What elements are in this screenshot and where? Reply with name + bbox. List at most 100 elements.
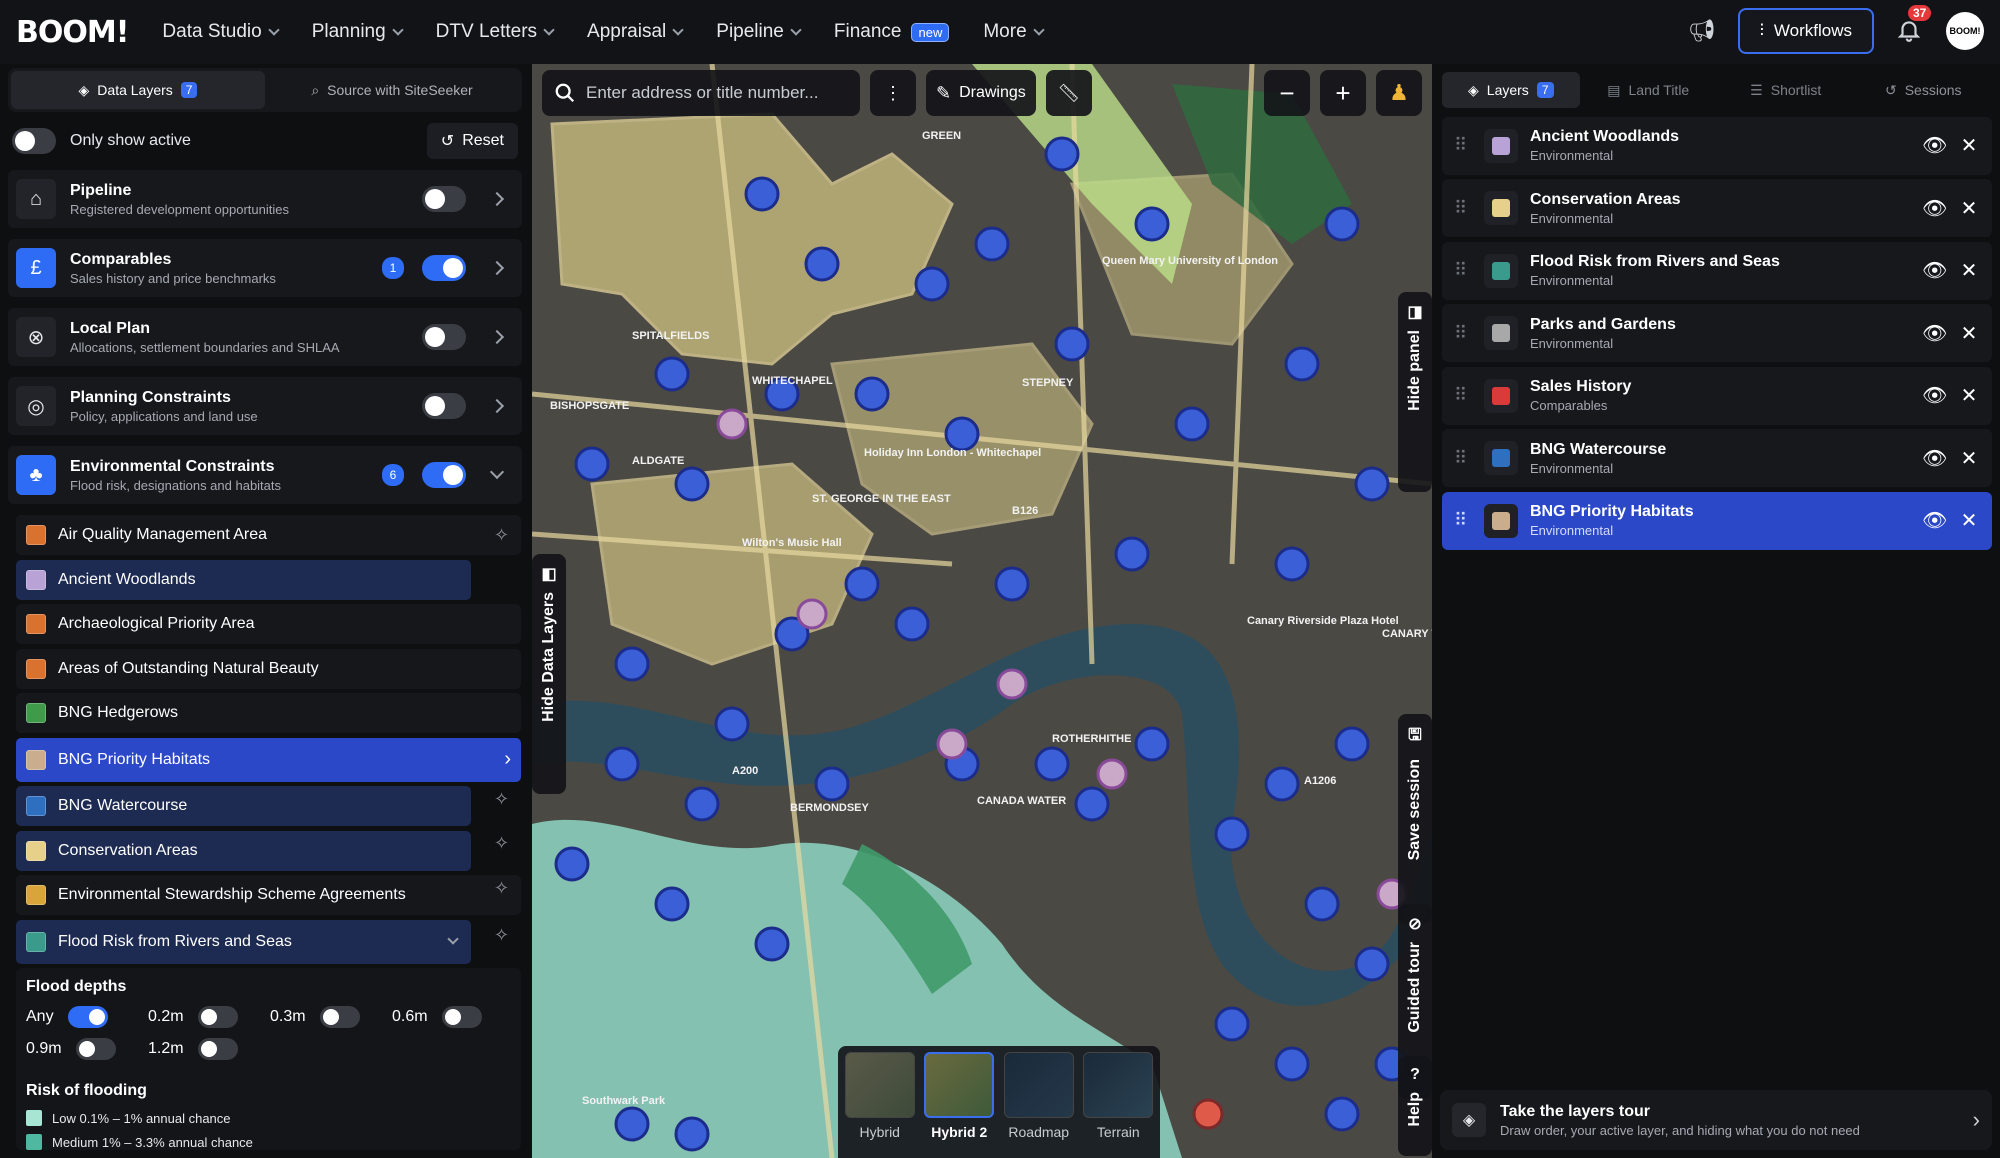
more-options-button[interactable]: ⋮	[870, 70, 916, 116]
close-icon[interactable]: ✕	[1958, 446, 1980, 471]
tab-land-title[interactable]: ▤ Land Title	[1580, 72, 1718, 108]
chevron-right-icon[interactable]	[489, 191, 505, 207]
street-view-button[interactable]: ♟	[1376, 70, 1422, 116]
magic-wand-icon[interactable]: ✧	[494, 925, 509, 946]
layer-item[interactable]: Environmental Stewardship Scheme Agreeme…	[16, 875, 521, 915]
basemap-hybrid-2[interactable]: Hybrid 2	[924, 1052, 996, 1152]
close-icon[interactable]: ✕	[1958, 258, 1980, 283]
nav-data-studio[interactable]: Data Studio	[162, 21, 280, 43]
layer-item[interactable]: BNG Hedgerows	[16, 693, 521, 733]
active-layer-row[interactable]: ⠿ Conservation Areas Environmental 👁︎ ✕	[1442, 179, 1992, 237]
close-icon[interactable]: ✕	[1958, 508, 1980, 533]
eye-icon[interactable]: 👁︎	[1922, 321, 1947, 346]
pipeline-toggle[interactable]	[422, 186, 466, 212]
category-environmental-constraints[interactable]: ♣ Environmental Constraints Flood risk, d…	[8, 446, 522, 504]
brand-logo[interactable]: BOOM!	[16, 15, 129, 50]
nav-dtv-letters[interactable]: DTV Letters	[436, 21, 555, 43]
layer-item[interactable]: Areas of Outstanding Natural Beauty	[16, 648, 521, 689]
close-icon[interactable]: ✕	[1958, 196, 1980, 221]
depth-0-3m-toggle[interactable]	[319, 1006, 360, 1028]
chevron-down-icon[interactable]	[489, 464, 505, 480]
layer-item[interactable]: Conservation Areas	[16, 830, 471, 871]
tab-siteseeker[interactable]: ⌕ Source with SiteSeeker	[265, 71, 519, 109]
layer-item-active[interactable]: BNG Priority Habitats ›	[16, 737, 521, 782]
planning-constraints-toggle[interactable]	[422, 393, 466, 419]
magic-wand-icon[interactable]: ✧	[494, 525, 509, 546]
category-local-plan[interactable]: ⊗ Local Plan Allocations, settlement boun…	[8, 308, 522, 366]
address-search[interactable]: Enter address or title number...	[542, 70, 860, 116]
basemap-hybrid[interactable]: Hybrid	[844, 1052, 916, 1152]
eye-icon[interactable]: 👁︎	[1922, 133, 1947, 158]
layer-item[interactable]: Ancient Woodlands	[16, 559, 471, 600]
tab-layers[interactable]: ◈ Layers 7	[1442, 72, 1580, 108]
local-plan-toggle[interactable]	[422, 324, 466, 350]
reset-button[interactable]: ↺ Reset	[426, 123, 518, 159]
active-layer-row[interactable]: ⠿ BNG Watercourse Environmental 👁︎ ✕	[1442, 429, 1992, 487]
workflows-button[interactable]: ⫶ Workflows	[1737, 8, 1874, 54]
close-icon[interactable]: ✕	[1958, 383, 1980, 408]
drag-handle-icon[interactable]: ⠿	[1454, 323, 1476, 344]
megaphone-icon[interactable]: 📢︎	[1688, 18, 1716, 44]
depth-1-2m-toggle[interactable]	[197, 1038, 238, 1060]
magic-wand-icon[interactable]: ✧	[494, 833, 509, 854]
zoom-out-button[interactable]: −	[1264, 70, 1310, 116]
category-pipeline[interactable]: ⌂ Pipeline Registered development opportu…	[8, 170, 522, 228]
zoom-in-button[interactable]: +	[1320, 70, 1366, 116]
drag-handle-icon[interactable]: ⠿	[1454, 510, 1476, 531]
chevron-right-icon[interactable]	[489, 260, 505, 276]
nav-more[interactable]: More	[983, 21, 1045, 43]
active-layer-row-selected[interactable]: ⠿ BNG Priority Habitats Environmental 👁︎ ✕	[1442, 491, 1992, 550]
tab-shortlist[interactable]: ☰ Shortlist	[1717, 72, 1855, 108]
comparables-toggle[interactable]	[422, 255, 466, 281]
active-layer-row[interactable]: ⠿ Flood Risk from Rivers and Seas Environm…	[1442, 241, 1992, 300]
nav-appraisal[interactable]: Appraisal	[587, 21, 684, 43]
depth-0-6m-toggle[interactable]	[441, 1006, 482, 1028]
eye-icon[interactable]: 👁︎	[1922, 446, 1947, 471]
only-active-toggle[interactable]	[12, 128, 56, 154]
eye-icon[interactable]: 👁︎	[1922, 258, 1947, 283]
close-icon[interactable]: ✕	[1958, 133, 1980, 158]
drag-handle-icon[interactable]: ⠿	[1454, 448, 1476, 469]
drawings-button[interactable]: ✎ Drawings	[926, 70, 1036, 116]
layer-item[interactable]: BNG Watercourse	[16, 786, 471, 826]
search-input[interactable]: Enter address or title number...	[586, 83, 818, 103]
layers-tour-card[interactable]: ◈ Take the layers tour Draw order, your …	[1440, 1090, 1992, 1150]
category-comparables[interactable]: £ Comparables Sales history and price ben…	[8, 239, 522, 297]
chevron-right-icon[interactable]	[489, 329, 505, 345]
active-layer-row[interactable]: ⠿ Ancient Woodlands Environmental 👁︎ ✕	[1442, 116, 1992, 175]
active-layer-row[interactable]: ⠿ Sales History Comparables 👁︎ ✕	[1442, 366, 1992, 425]
category-planning-constraints[interactable]: ◎ Planning Constraints Policy, applicatio…	[8, 377, 522, 435]
nav-planning[interactable]: Planning	[312, 21, 404, 43]
layer-item[interactable]: Archaeological Priority Area	[16, 604, 521, 644]
active-layer-row[interactable]: ⠿ Parks and Gardens Environmental 👁︎ ✕	[1442, 304, 1992, 362]
depth-0-9m-toggle[interactable]	[75, 1038, 116, 1060]
help-tab[interactable]: ? Help	[1398, 1056, 1432, 1156]
magic-wand-icon[interactable]: ✧	[494, 789, 509, 810]
depth-0-2m-toggle[interactable]	[197, 1006, 238, 1028]
chevron-right-icon[interactable]	[489, 398, 505, 414]
drag-handle-icon[interactable]: ⠿	[1454, 198, 1476, 219]
basemap-terrain[interactable]: Terrain	[1083, 1052, 1155, 1152]
basemap-roadmap[interactable]: Roadmap	[1003, 1052, 1075, 1152]
magic-wand-icon[interactable]: ✧	[494, 878, 509, 899]
drag-handle-icon[interactable]: ⠿	[1454, 260, 1476, 281]
avatar[interactable]: BOOM!	[1946, 12, 1984, 50]
map-canvas[interactable]: SPITALFIELDS WHITECHAPEL BISHOPSGATE ALD…	[532, 64, 1432, 1158]
notifications-button[interactable]: 37	[1896, 5, 1932, 45]
depth-any-toggle[interactable]	[67, 1006, 108, 1028]
drag-handle-icon[interactable]: ⠿	[1454, 385, 1476, 406]
drag-handle-icon[interactable]: ⠿	[1454, 135, 1476, 156]
nav-finance[interactable]: Finance new	[834, 21, 950, 43]
eye-icon[interactable]: 👁︎	[1922, 383, 1947, 408]
eye-icon[interactable]: 👁︎	[1922, 508, 1947, 533]
nav-pipeline[interactable]: Pipeline	[716, 21, 802, 43]
hide-data-layers-tab[interactable]: ◧ Hide Data Layers	[532, 554, 566, 794]
close-icon[interactable]: ✕	[1958, 321, 1980, 346]
layer-item[interactable]: Flood Risk from Rivers and Seas	[16, 919, 471, 964]
tab-sessions[interactable]: ↺ Sessions	[1855, 72, 1993, 108]
eye-icon[interactable]: 👁︎	[1922, 196, 1947, 221]
hide-panel-tab[interactable]: ◨ Hide panel	[1398, 292, 1432, 492]
save-session-tab[interactable]: 🖫︎ Save session	[1398, 714, 1432, 924]
tab-data-layers[interactable]: ◈ Data Layers 7	[11, 71, 265, 109]
layer-item[interactable]: Air Quality Management Area	[16, 515, 521, 555]
